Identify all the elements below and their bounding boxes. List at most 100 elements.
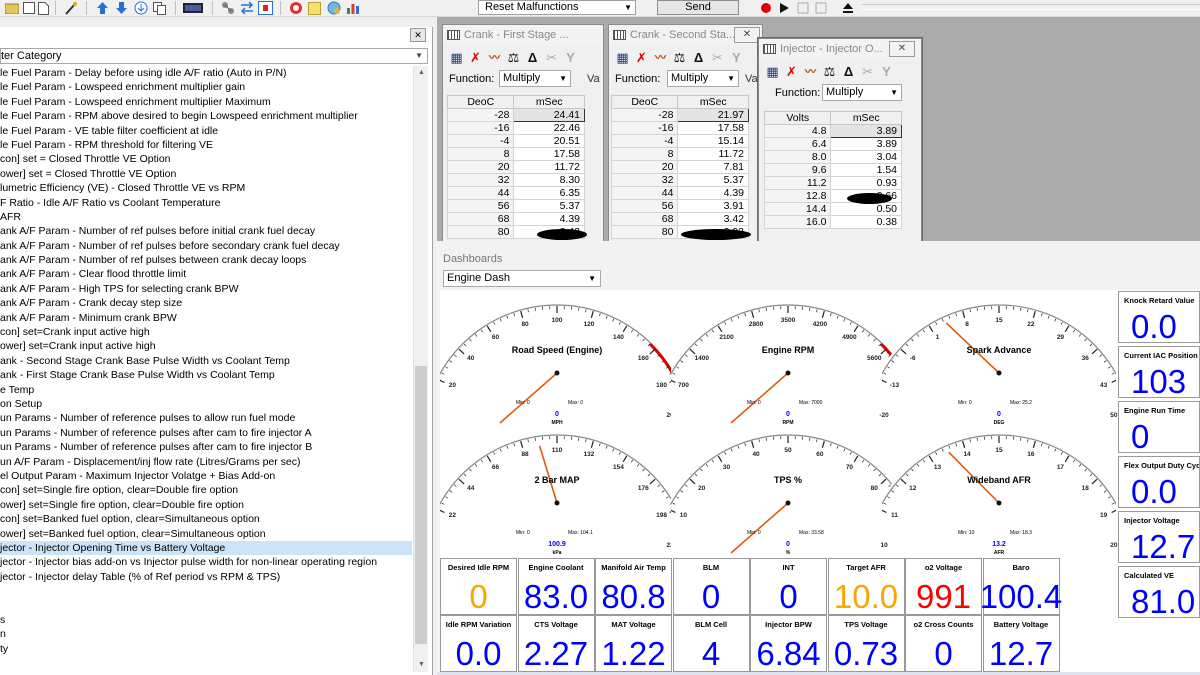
table-window-crank-first-stage[interactable]: Crank - First Stage ... ▦ ✗ 〰 ⚖ Δ ✂ Y Fu… [442,24,604,242]
note-icon[interactable] [307,1,322,15]
value-cell[interactable]: 8.30 [513,173,585,187]
save-icon[interactable] [21,1,36,15]
window-title[interactable]: Crank - First Stage ... [443,25,603,45]
row-key-cell[interactable]: 68 [610,212,679,226]
graph-icon[interactable]: 〰 [803,64,818,80]
eject-icon[interactable] [840,1,855,15]
value-cell[interactable]: 3.91 [677,199,749,213]
parameter-list-item[interactable]: jector - Injector bias add-on vs Injecto… [0,555,412,569]
parameter-list-item[interactable]: n [0,627,412,641]
play-icon[interactable] [776,1,791,15]
parameter-list-item[interactable] [0,598,412,612]
table-icon[interactable]: ▦ [615,50,630,66]
parameter-list-item[interactable]: un A/F Param - Displacement/inj flow rat… [0,455,412,469]
value-cell[interactable]: 21.97 [677,108,749,122]
scrollbar-thumb[interactable] [415,366,427,644]
row-key-cell[interactable]: 9.6 [763,163,832,177]
globe-icon[interactable] [326,1,341,15]
row-key-cell[interactable]: -16 [446,121,515,135]
value-cell[interactable]: 0.93 [830,176,902,190]
bar-chart-icon[interactable] [345,1,360,15]
column-header[interactable]: DeoC [610,95,679,109]
parameter-list-item[interactable]: con] set = Closed Throttle VE Option [0,152,412,166]
close-icon[interactable]: ✕ [410,28,426,42]
row-key-cell[interactable]: 68 [446,212,515,226]
parameter-list-item[interactable]: s [0,613,412,627]
parameter-list-item[interactable]: ank A/F Param - Minimum crank BPW [0,311,412,325]
row-key-cell[interactable]: 20 [610,160,679,174]
scroll-down-icon[interactable]: ▼ [414,658,429,672]
parameter-list-item[interactable]: ank A/F Param - Number of ref pulses bef… [0,239,412,253]
row-key-cell[interactable]: 11.2 [763,176,832,190]
row-key-cell[interactable]: 6.4 [763,137,832,151]
split-icon[interactable]: Y [729,50,744,66]
parameter-list-item[interactable]: ower] set = Closed Throttle VE Option [0,167,412,181]
row-key-cell[interactable]: 14.4 [763,202,832,216]
parameter-list-item[interactable]: F Ratio - Idle A/F Ratio vs Coolant Temp… [0,196,412,210]
connect-icon[interactable] [220,1,235,15]
category-select[interactable]: ter Category ▼ [0,48,428,64]
row-key-cell[interactable]: 20 [446,160,515,174]
delete-icon[interactable]: ✗ [634,50,649,66]
value-cell[interactable]: 20.51 [513,134,585,148]
parameter-list-item[interactable]: con] set=Crank input active high [0,325,412,339]
wand-icon[interactable] [63,1,78,15]
value-cell[interactable]: 11.72 [513,160,585,174]
balance-icon[interactable]: ⚖ [822,64,837,80]
send-button[interactable]: Send [657,0,739,15]
function-select[interactable]: Multiply ▼ [667,70,739,87]
graph-icon[interactable]: 〰 [653,50,668,66]
stop-icon[interactable] [813,1,828,15]
close-icon[interactable]: ✕ [734,27,760,43]
row-key-cell[interactable]: 8 [610,147,679,161]
value-cell[interactable]: 15.14 [677,134,749,148]
parameter-list-item[interactable]: le Fuel Param - RPM threshold for filter… [0,138,412,152]
parameter-list-item[interactable]: on Setup [0,397,412,411]
row-key-cell[interactable]: 44 [610,186,679,200]
download-icon[interactable] [133,1,148,15]
parameter-list-item[interactable]: ower] set=Crank input active high [0,339,412,353]
table-icon[interactable]: ▦ [765,64,780,80]
value-cell[interactable]: 24.41 [513,108,585,122]
tools-icon[interactable]: ✂ [860,64,875,80]
parameter-list-item[interactable]: un Params - Number of reference pulses t… [0,411,412,425]
row-key-cell[interactable]: 80 [610,225,679,239]
parameter-list-item[interactable]: ty [0,642,412,656]
value-cell[interactable]: 17.58 [513,147,585,161]
split-icon[interactable]: Y [563,50,578,66]
parameter-list-item[interactable]: ank A/F Param - Crank decay step size [0,296,412,310]
parameter-list-item[interactable]: ank A/F Param - High TPS for selecting c… [0,282,412,296]
parameter-list-item[interactable]: ower] set=Banked fuel option, clear=Simu… [0,527,412,541]
new-file-icon[interactable] [36,1,51,15]
value-cell[interactable]: 3.89 [830,137,902,151]
graph-icon[interactable]: 〰 [487,50,502,66]
row-key-cell[interactable]: 56 [446,199,515,213]
value-cell[interactable]: 4.39 [677,186,749,200]
value-cell[interactable]: 22.46 [513,121,585,135]
parameter-list-item[interactable]: el Output Param - Maximum Injector Volat… [0,469,412,483]
row-key-cell[interactable]: -4 [610,134,679,148]
row-key-cell[interactable]: -28 [610,108,679,122]
value-cell[interactable]: 3.89 [830,124,902,138]
function-select[interactable]: Multiply ▼ [499,70,571,87]
value-cell[interactable]: 4.39 [513,212,585,226]
dashboard-select[interactable]: Engine Dash ▼ [443,270,601,287]
table-icon[interactable]: ▦ [449,50,464,66]
parameter-list-scrollbar[interactable]: ▲ ▼ [413,66,428,672]
parameter-list-item[interactable]: e Temp [0,383,412,397]
column-header[interactable]: Volts [763,111,832,125]
column-header[interactable]: mSec [513,95,585,109]
delete-icon[interactable]: ✗ [784,64,799,80]
record-icon[interactable] [758,1,773,15]
parameter-list-item[interactable]: ower] set=Single fire option, clear=Doub… [0,498,412,512]
parameter-list-item[interactable]: ank A/F Param - Number of ref pulses bef… [0,224,412,238]
balance-icon[interactable]: ⚖ [672,50,687,66]
compare-icon[interactable]: Δ [525,50,540,66]
tools-icon[interactable]: ✂ [544,50,559,66]
row-key-cell[interactable]: 56 [610,199,679,213]
row-key-cell[interactable]: -4 [446,134,515,148]
row-key-cell[interactable]: -28 [446,108,515,122]
row-key-cell[interactable]: 8.0 [763,150,832,164]
arrow-down-icon[interactable] [114,1,129,15]
column-header[interactable]: DeoC [446,95,515,109]
